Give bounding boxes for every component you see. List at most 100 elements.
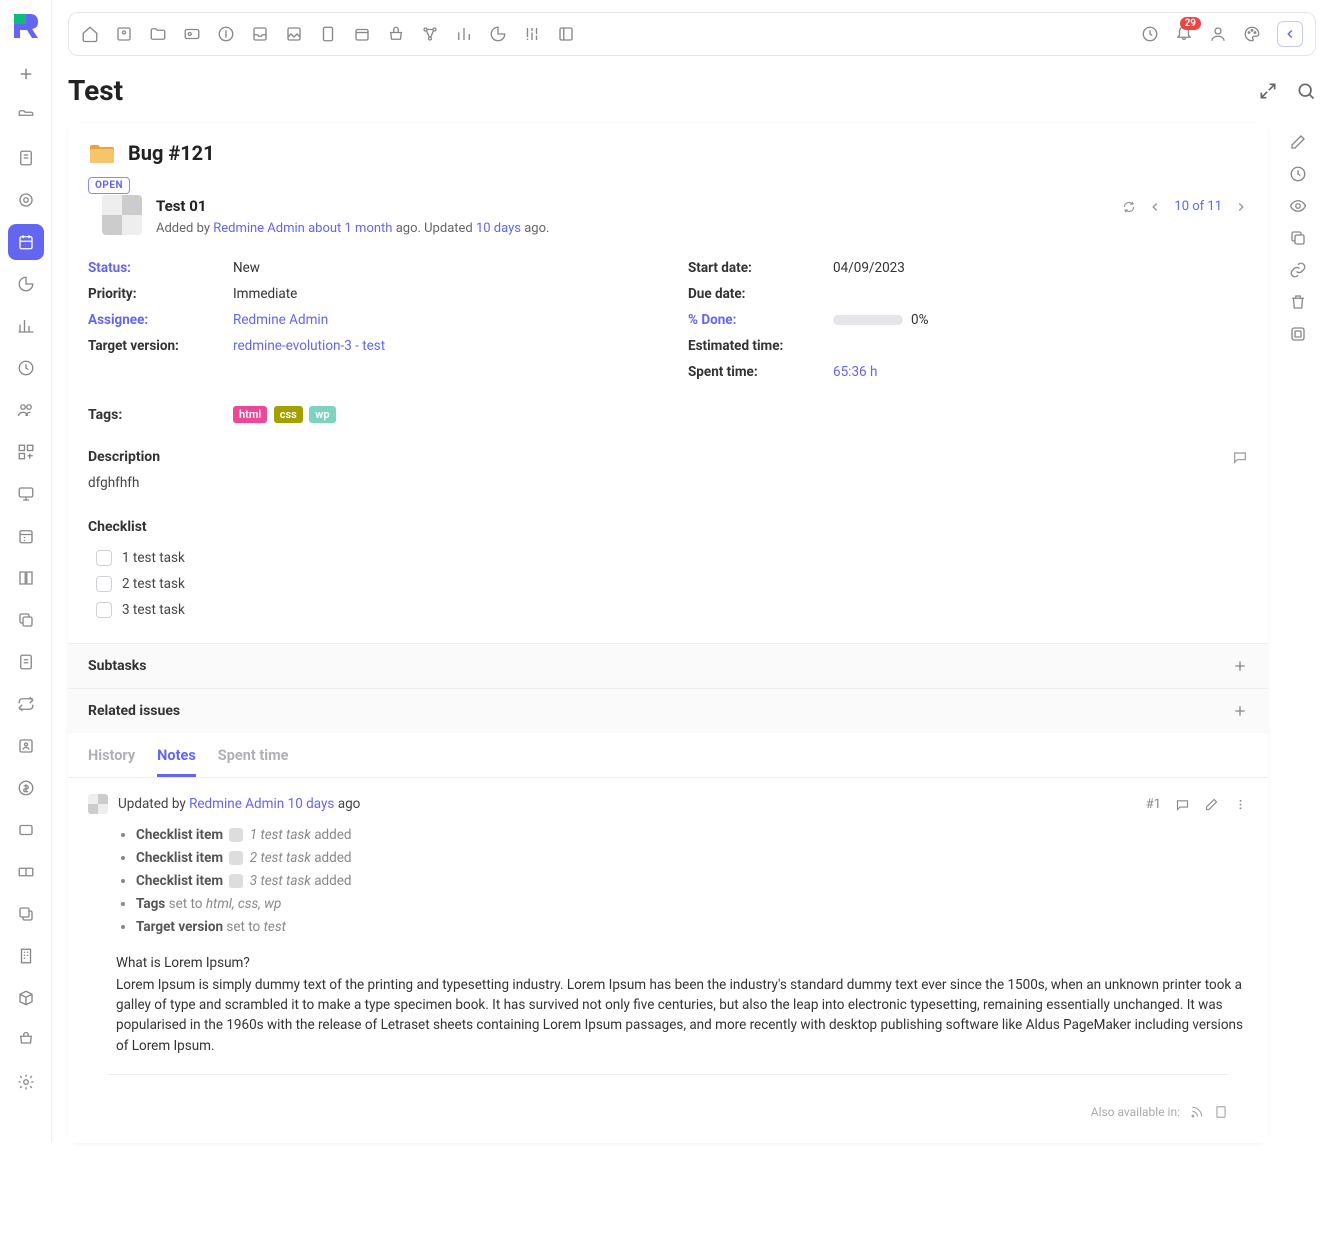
assignee-label[interactable]: Assignee:	[88, 312, 233, 328]
history-icon[interactable]	[1289, 165, 1307, 183]
watch-icon[interactable]	[1289, 197, 1307, 215]
tab-history[interactable]: History	[88, 747, 135, 777]
journal-anchor[interactable]: #1	[1146, 797, 1161, 812]
sidebar-dollar-icon[interactable]	[8, 770, 44, 806]
pct-done-label[interactable]: % Done:	[688, 312, 833, 328]
more-icon[interactable]	[1233, 797, 1248, 812]
checkbox[interactable]	[96, 576, 112, 592]
clock-icon[interactable]	[1141, 25, 1159, 43]
collapse-button[interactable]	[1277, 21, 1303, 47]
sidebar-page-icon[interactable]	[8, 140, 44, 176]
tab-notes[interactable]: Notes	[157, 747, 196, 777]
start-date-value: 04/09/2023	[833, 260, 905, 276]
tablet-icon[interactable]	[319, 25, 337, 43]
bars-icon[interactable]	[455, 25, 473, 43]
pdf-icon[interactable]	[1214, 1105, 1228, 1119]
sidebar-layers-icon[interactable]	[8, 896, 44, 932]
journal-age-link[interactable]: 10 days	[288, 796, 335, 812]
sidebar-settings-icon[interactable]	[8, 1064, 44, 1100]
tag-wp[interactable]: wp	[309, 406, 335, 423]
app-logo-icon[interactable]	[10, 10, 42, 42]
checkbox[interactable]	[96, 602, 112, 618]
edit-icon[interactable]	[1204, 797, 1219, 812]
sliders-icon[interactable]	[523, 25, 541, 43]
sidebar-pie-icon[interactable]	[8, 266, 44, 302]
dollar-icon[interactable]	[217, 25, 235, 43]
sidebar-users-icon[interactable]	[8, 392, 44, 428]
status-label[interactable]: Status:	[88, 260, 233, 276]
contact-icon[interactable]	[115, 25, 133, 43]
sidebar-building-icon[interactable]	[8, 938, 44, 974]
sidebar-plus-icon[interactable]	[8, 56, 44, 92]
archive-icon[interactable]	[353, 25, 371, 43]
sidebar-rect-icon[interactable]	[8, 812, 44, 848]
next-issue-icon[interactable]	[1234, 200, 1248, 214]
clone-icon[interactable]	[1289, 325, 1307, 343]
sidebar-issues-icon[interactable]	[8, 224, 44, 260]
sidebar-icon[interactable]	[557, 25, 575, 43]
byline: Added by Redmine Admin about 1 month ago…	[156, 221, 1108, 236]
journal-details: Checklist item 1 test task added Checkli…	[88, 824, 1248, 939]
spent-time-value[interactable]: 65:36 h	[833, 364, 877, 380]
sidebar-clock-icon[interactable]	[8, 350, 44, 386]
topbar: 29	[68, 12, 1316, 56]
issue-counter[interactable]: 10 of 11	[1174, 199, 1222, 214]
sidebar-copy-icon[interactable]	[8, 602, 44, 638]
edit-icon[interactable]	[1289, 133, 1307, 151]
sidebar-chart-icon[interactable]	[8, 308, 44, 344]
checkbox[interactable]	[96, 550, 112, 566]
sidebar-calendar-icon[interactable]	[8, 518, 44, 554]
rss-icon[interactable]	[1190, 1105, 1204, 1119]
add-related-icon[interactable]	[1232, 703, 1248, 719]
expand-icon[interactable]	[1258, 81, 1278, 101]
inbox-icon[interactable]	[251, 25, 269, 43]
updated-link[interactable]: 10 days	[476, 221, 521, 236]
sidebar-book-icon[interactable]	[8, 560, 44, 596]
sidebar-repeat-icon[interactable]	[8, 686, 44, 722]
image-icon[interactable]	[285, 25, 303, 43]
tag-css[interactable]: css	[274, 406, 303, 423]
checklist-item[interactable]: 3 test task	[88, 597, 1248, 623]
author-avatar[interactable]	[102, 195, 142, 235]
sidebar-box-icon[interactable]	[8, 980, 44, 1016]
checklist-item[interactable]: 1 test task	[88, 545, 1248, 571]
sidebar-cart-icon[interactable]	[8, 1022, 44, 1058]
sidebar-cash-icon[interactable]	[8, 854, 44, 890]
journal-avatar[interactable]	[88, 794, 108, 814]
subtasks-heading: Subtasks	[88, 658, 146, 674]
pie-icon[interactable]	[489, 25, 507, 43]
priority-value: Immediate	[233, 286, 297, 302]
due-date-label: Due date:	[688, 286, 833, 302]
quote-icon[interactable]	[1175, 797, 1190, 812]
sidebar-folder-icon[interactable]	[8, 98, 44, 134]
tag-html[interactable]: html	[233, 406, 267, 423]
home-icon[interactable]	[81, 25, 99, 43]
sidebar-doc-icon[interactable]	[8, 644, 44, 680]
tab-spent-time[interactable]: Spent time	[218, 747, 289, 777]
prev-issue-icon[interactable]	[1148, 200, 1162, 214]
assignee-value[interactable]: Redmine Admin	[233, 312, 328, 328]
quote-icon[interactable]	[1232, 449, 1248, 465]
journal-author-link[interactable]: Redmine Admin	[189, 796, 284, 812]
delete-icon[interactable]	[1289, 293, 1307, 311]
refresh-icon[interactable]	[1122, 200, 1136, 214]
sidebar-monitor-icon[interactable]	[8, 476, 44, 512]
sidebar-grid-icon[interactable]	[8, 434, 44, 470]
basket-icon[interactable]	[387, 25, 405, 43]
add-subtask-icon[interactable]	[1232, 658, 1248, 674]
copy-icon[interactable]	[1289, 229, 1307, 247]
search-icon[interactable]	[1296, 81, 1316, 101]
link-icon[interactable]	[1289, 261, 1307, 279]
target-version-value[interactable]: redmine-evolution-3 - test	[233, 338, 385, 354]
palette-icon[interactable]	[1243, 25, 1261, 43]
user-icon[interactable]	[1209, 25, 1227, 43]
id-icon[interactable]	[183, 25, 201, 43]
sidebar-target-icon[interactable]	[8, 182, 44, 218]
folder-icon[interactable]	[149, 25, 167, 43]
checklist-item[interactable]: 2 test task	[88, 571, 1248, 597]
network-icon[interactable]	[421, 25, 439, 43]
sidebar-contact-icon[interactable]	[8, 728, 44, 764]
author-link[interactable]: Redmine Admin about 1 month	[213, 221, 392, 236]
notification-badge: 29	[1180, 17, 1201, 30]
notifications-button[interactable]: 29	[1175, 23, 1193, 45]
